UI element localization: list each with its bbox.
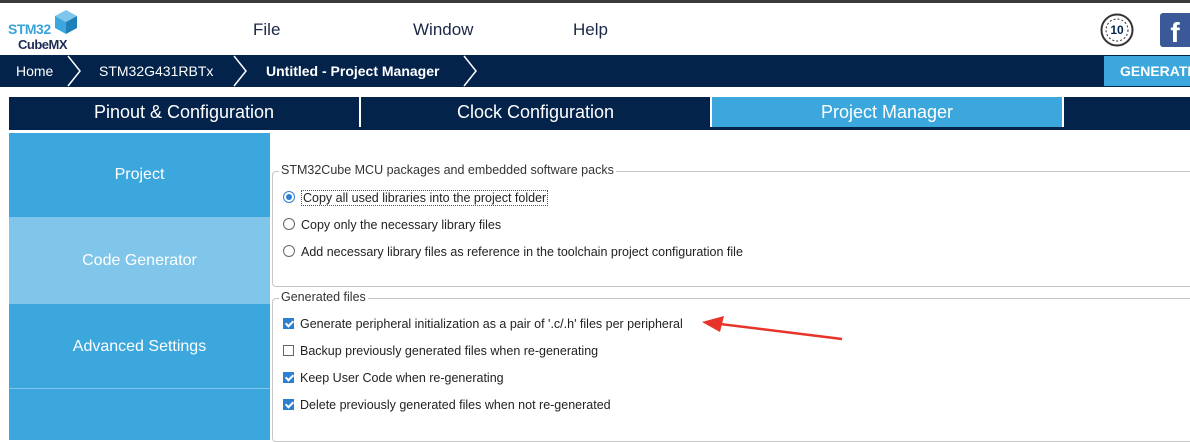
facebook-icon[interactable]: f [1160, 13, 1190, 47]
annotation-arrow-icon [702, 316, 843, 341]
tab-clock-configuration[interactable]: Clock Configuration [361, 97, 712, 127]
tab-tools[interactable] [1064, 97, 1190, 127]
project-manager-sidenav: Project Code Generator Advanced Settings [9, 133, 270, 440]
menu-file[interactable]: File [253, 20, 280, 40]
radio-button[interactable] [283, 191, 295, 203]
radio-button[interactable] [283, 245, 295, 257]
checkbox-label: Generate peripheral initialization as a … [300, 317, 683, 331]
checkbox-label: Backup previously generated files when r… [300, 344, 599, 358]
breadcrumb-chevron-icon [233, 55, 247, 87]
sidenav-item-project[interactable]: Project [9, 133, 270, 217]
generate-code-button[interactable]: GENERATE CODE [1104, 56, 1190, 86]
checkbox[interactable] [283, 318, 294, 329]
facebook-letter: f [1170, 17, 1180, 47]
sidenav-divider [9, 388, 270, 389]
tab-pinout-configuration[interactable]: Pinout & Configuration [9, 97, 361, 127]
checkbox[interactable] [283, 372, 294, 383]
radio-label: Copy all used libraries into the project… [301, 190, 549, 206]
logo-text-stm32: STM32 [8, 21, 51, 37]
breadcrumb-home[interactable]: Home [16, 55, 53, 87]
radio-button[interactable] [283, 218, 295, 230]
breadcrumb-chevron-icon [463, 55, 477, 87]
logo-text-cubemx: CubeMX [18, 37, 68, 52]
packages-group: STM32Cube MCU packages and embedded soft… [272, 163, 1190, 287]
radio-label: Copy only the necessary library files [301, 218, 502, 232]
tab-project-manager[interactable]: Project Manager [712, 97, 1064, 127]
sidenav-item-advanced-settings[interactable]: Advanced Settings [9, 304, 270, 388]
checkbox-delete-previous-files[interactable]: Delete previously generated files when n… [283, 397, 611, 413]
checkbox-label: Delete previously generated files when n… [300, 398, 611, 412]
tab-underline [9, 127, 1190, 130]
sidenav-item-code-generator[interactable]: Code Generator [9, 218, 270, 304]
menu-window[interactable]: Window [413, 20, 473, 40]
radio-label: Add necessary library files as reference… [301, 245, 743, 259]
generated-files-group-title: Generated files [279, 290, 368, 304]
stm32cubemx-logo: STM32 CubeMX [8, 9, 80, 53]
checkbox[interactable] [283, 399, 294, 410]
packages-group-title: STM32Cube MCU packages and embedded soft… [279, 163, 616, 177]
badge-number: 10 [1110, 23, 1124, 37]
checkbox-label: Keep User Code when re-generating [300, 371, 504, 385]
anniversary-badge-icon[interactable]: 10 [1100, 13, 1134, 47]
breadcrumb-current: Untitled - Project Manager [266, 63, 440, 79]
radio-copy-all-libraries[interactable]: Copy all used libraries into the project… [283, 190, 549, 206]
radio-copy-necessary-files[interactable]: Copy only the necessary library files [283, 217, 501, 233]
radio-add-as-reference[interactable]: Add necessary library files as reference… [283, 244, 743, 260]
app-header: STM32 CubeMX File Window Help 10 f [0, 3, 1190, 55]
menu-help[interactable]: Help [573, 20, 608, 40]
breadcrumb-device[interactable]: STM32G431RBTx [99, 55, 213, 87]
breadcrumb-chevron-icon [67, 55, 81, 87]
code-generator-panel: STM32Cube MCU packages and embedded soft… [270, 133, 1190, 442]
checkbox-backup-files[interactable]: Backup previously generated files when r… [283, 343, 598, 359]
checkbox-pair-c-h-files[interactable]: Generate peripheral initialization as a … [283, 316, 683, 332]
checkbox[interactable] [283, 345, 294, 356]
tab-bar: Pinout & Configuration Clock Configurati… [0, 87, 1190, 133]
breadcrumb: Home STM32G431RBTx Untitled - Project Ma… [0, 55, 1190, 87]
checkbox-keep-user-code[interactable]: Keep User Code when re-generating [283, 370, 504, 386]
cube-icon [55, 10, 77, 34]
